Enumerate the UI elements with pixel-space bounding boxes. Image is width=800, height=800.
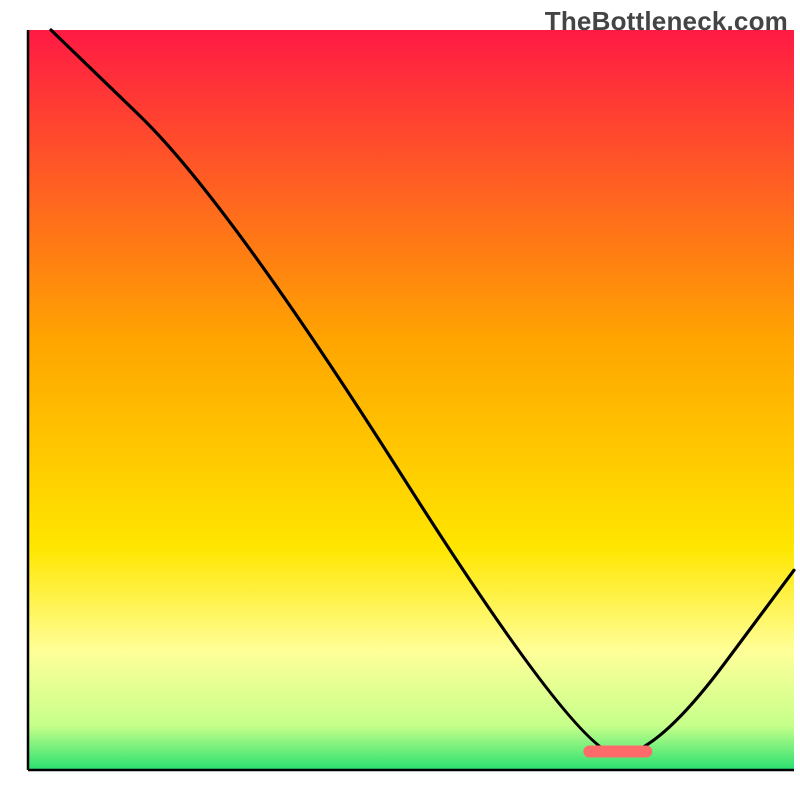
bottleneck-chart bbox=[0, 0, 800, 800]
highlight-marker bbox=[583, 746, 652, 758]
plot-background bbox=[28, 30, 794, 770]
chart-container: TheBottleneck.com bbox=[0, 0, 800, 800]
watermark-text: TheBottleneck.com bbox=[545, 6, 788, 37]
